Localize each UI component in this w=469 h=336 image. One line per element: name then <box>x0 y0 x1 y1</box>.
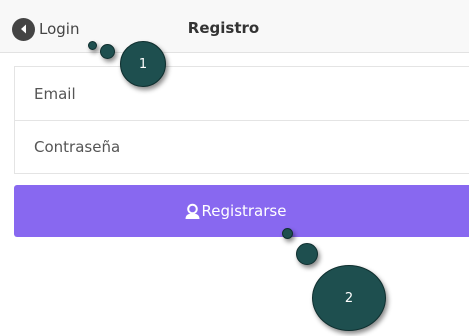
register-button-label: Registrarse <box>201 202 287 220</box>
register-button[interactable]: Registrarse <box>14 185 469 237</box>
annotation-2-trail-dot-small <box>282 228 293 239</box>
email-row <box>15 67 469 120</box>
password-row <box>15 120 469 173</box>
annotation-1-trail-dot-small <box>88 41 97 50</box>
registration-form <box>14 66 469 174</box>
email-field[interactable] <box>34 84 434 103</box>
nav-bar: Login Registro <box>0 0 469 53</box>
page: Login Registro Registrarse 1 2 <box>0 0 469 336</box>
annotation-1-marker: 1 <box>120 41 166 87</box>
annotation-2-trail-dot-medium <box>296 243 318 265</box>
annotation-1-number: 1 <box>138 56 148 72</box>
annotation-2-marker: 2 <box>312 265 386 331</box>
password-field[interactable] <box>34 138 434 156</box>
annotation-2-number: 2 <box>344 290 354 306</box>
annotation-1-trail-dot-medium <box>100 44 115 59</box>
page-title: Registro <box>187 19 260 37</box>
user-icon <box>184 203 201 220</box>
